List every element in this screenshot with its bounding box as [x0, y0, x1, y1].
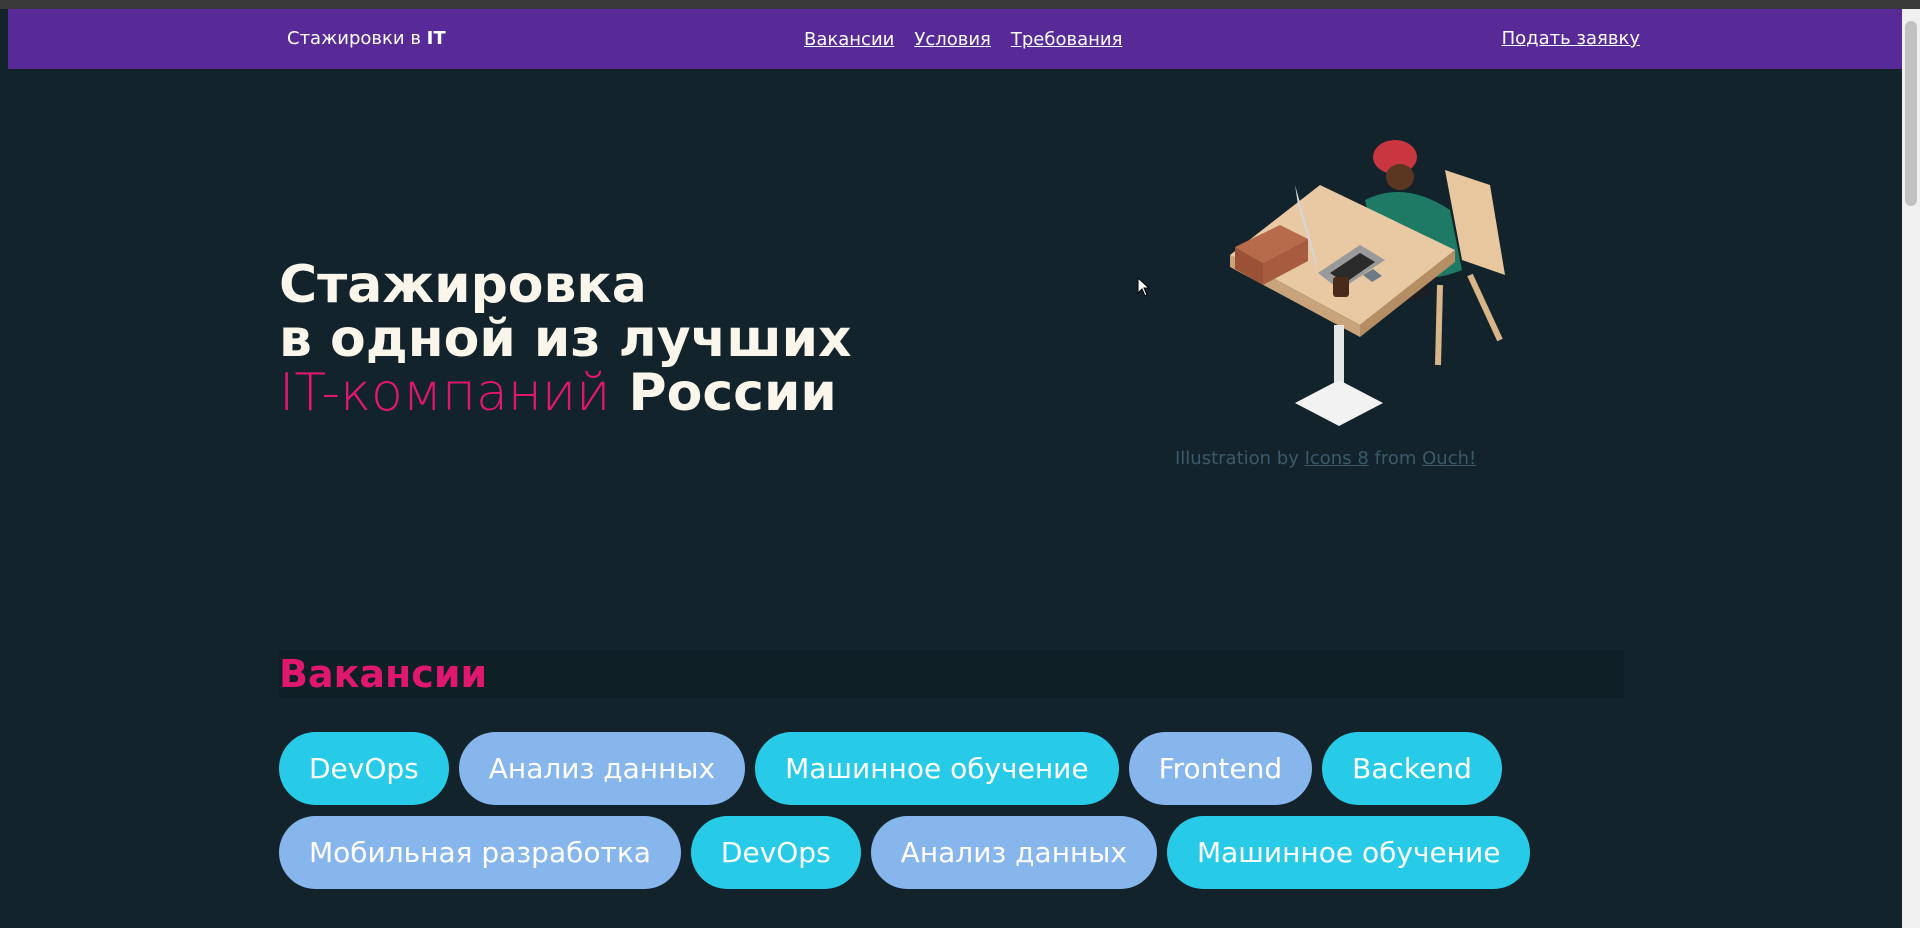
coffee-mug	[1333, 277, 1349, 297]
mouse-cursor-icon	[1137, 277, 1151, 297]
credit-prefix: Illustration by	[1175, 448, 1305, 469]
nav-link-requirements[interactable]: Требования	[1011, 29, 1123, 50]
credit-link-icons8[interactable]: Icons 8	[1305, 448, 1369, 469]
hero-title: Стажировка в одной из лучших IT-компаний…	[279, 258, 852, 420]
person-head	[1386, 164, 1414, 190]
hero-illustration	[1230, 140, 1505, 426]
chair-leg	[1435, 284, 1443, 366]
vacancies-title: Вакансии	[279, 652, 488, 696]
illustration-credit: Illustration by Icons 8 from Ouch!	[1175, 448, 1476, 469]
vacancy-chip-data-analysis[interactable]: Анализ данных	[870, 816, 1157, 889]
vacancy-chip-list: DevOps Анализ данных Машинное обучение F…	[279, 732, 1624, 889]
table-base	[1295, 380, 1383, 426]
credit-middle: from	[1368, 448, 1423, 469]
top-navbar: Стажировки в IT Вакансии Условия Требова…	[8, 9, 1902, 69]
hero-line-3-rest: России	[610, 363, 837, 423]
vacancy-chip-mobile-dev[interactable]: Мобильная разработка	[279, 816, 681, 889]
chair-leg	[1467, 273, 1503, 342]
nav-link-conditions[interactable]: Условия	[914, 29, 991, 50]
brand-prefix: Стажировки в	[287, 28, 427, 49]
hero-accent-text: IT-компаний	[279, 363, 611, 423]
vacancy-chip-devops[interactable]: DevOps	[690, 816, 861, 889]
page-scrollbar[interactable]	[1902, 9, 1920, 928]
hero-line-2: в одной из лучших	[279, 309, 852, 369]
brand-logo-link[interactable]: Стажировки в IT	[287, 9, 446, 69]
vacancy-chip-frontend[interactable]: Frontend	[1128, 732, 1313, 805]
browser-top-strip	[0, 0, 1920, 9]
brand-bold: IT	[426, 28, 446, 49]
vacancy-chip-backend[interactable]: Backend	[1322, 732, 1502, 805]
nav-links: Вакансии Условия Требования	[804, 9, 1122, 69]
vacancy-chip-machine-learning[interactable]: Машинное обучение	[1166, 816, 1531, 889]
apply-link[interactable]: Подать заявку	[1502, 9, 1640, 69]
nav-link-vacancies[interactable]: Вакансии	[804, 29, 894, 50]
scrollbar-thumb[interactable]	[1905, 21, 1917, 206]
credit-link-ouch[interactable]: Ouch!	[1422, 448, 1476, 469]
vacancy-chip-data-analysis[interactable]: Анализ данных	[458, 732, 746, 805]
hero-line-1: Стажировка	[279, 255, 647, 315]
vacancy-chip-machine-learning[interactable]: Машинное обучение	[755, 732, 1119, 805]
vacancy-chip-devops[interactable]: DevOps	[279, 732, 449, 805]
